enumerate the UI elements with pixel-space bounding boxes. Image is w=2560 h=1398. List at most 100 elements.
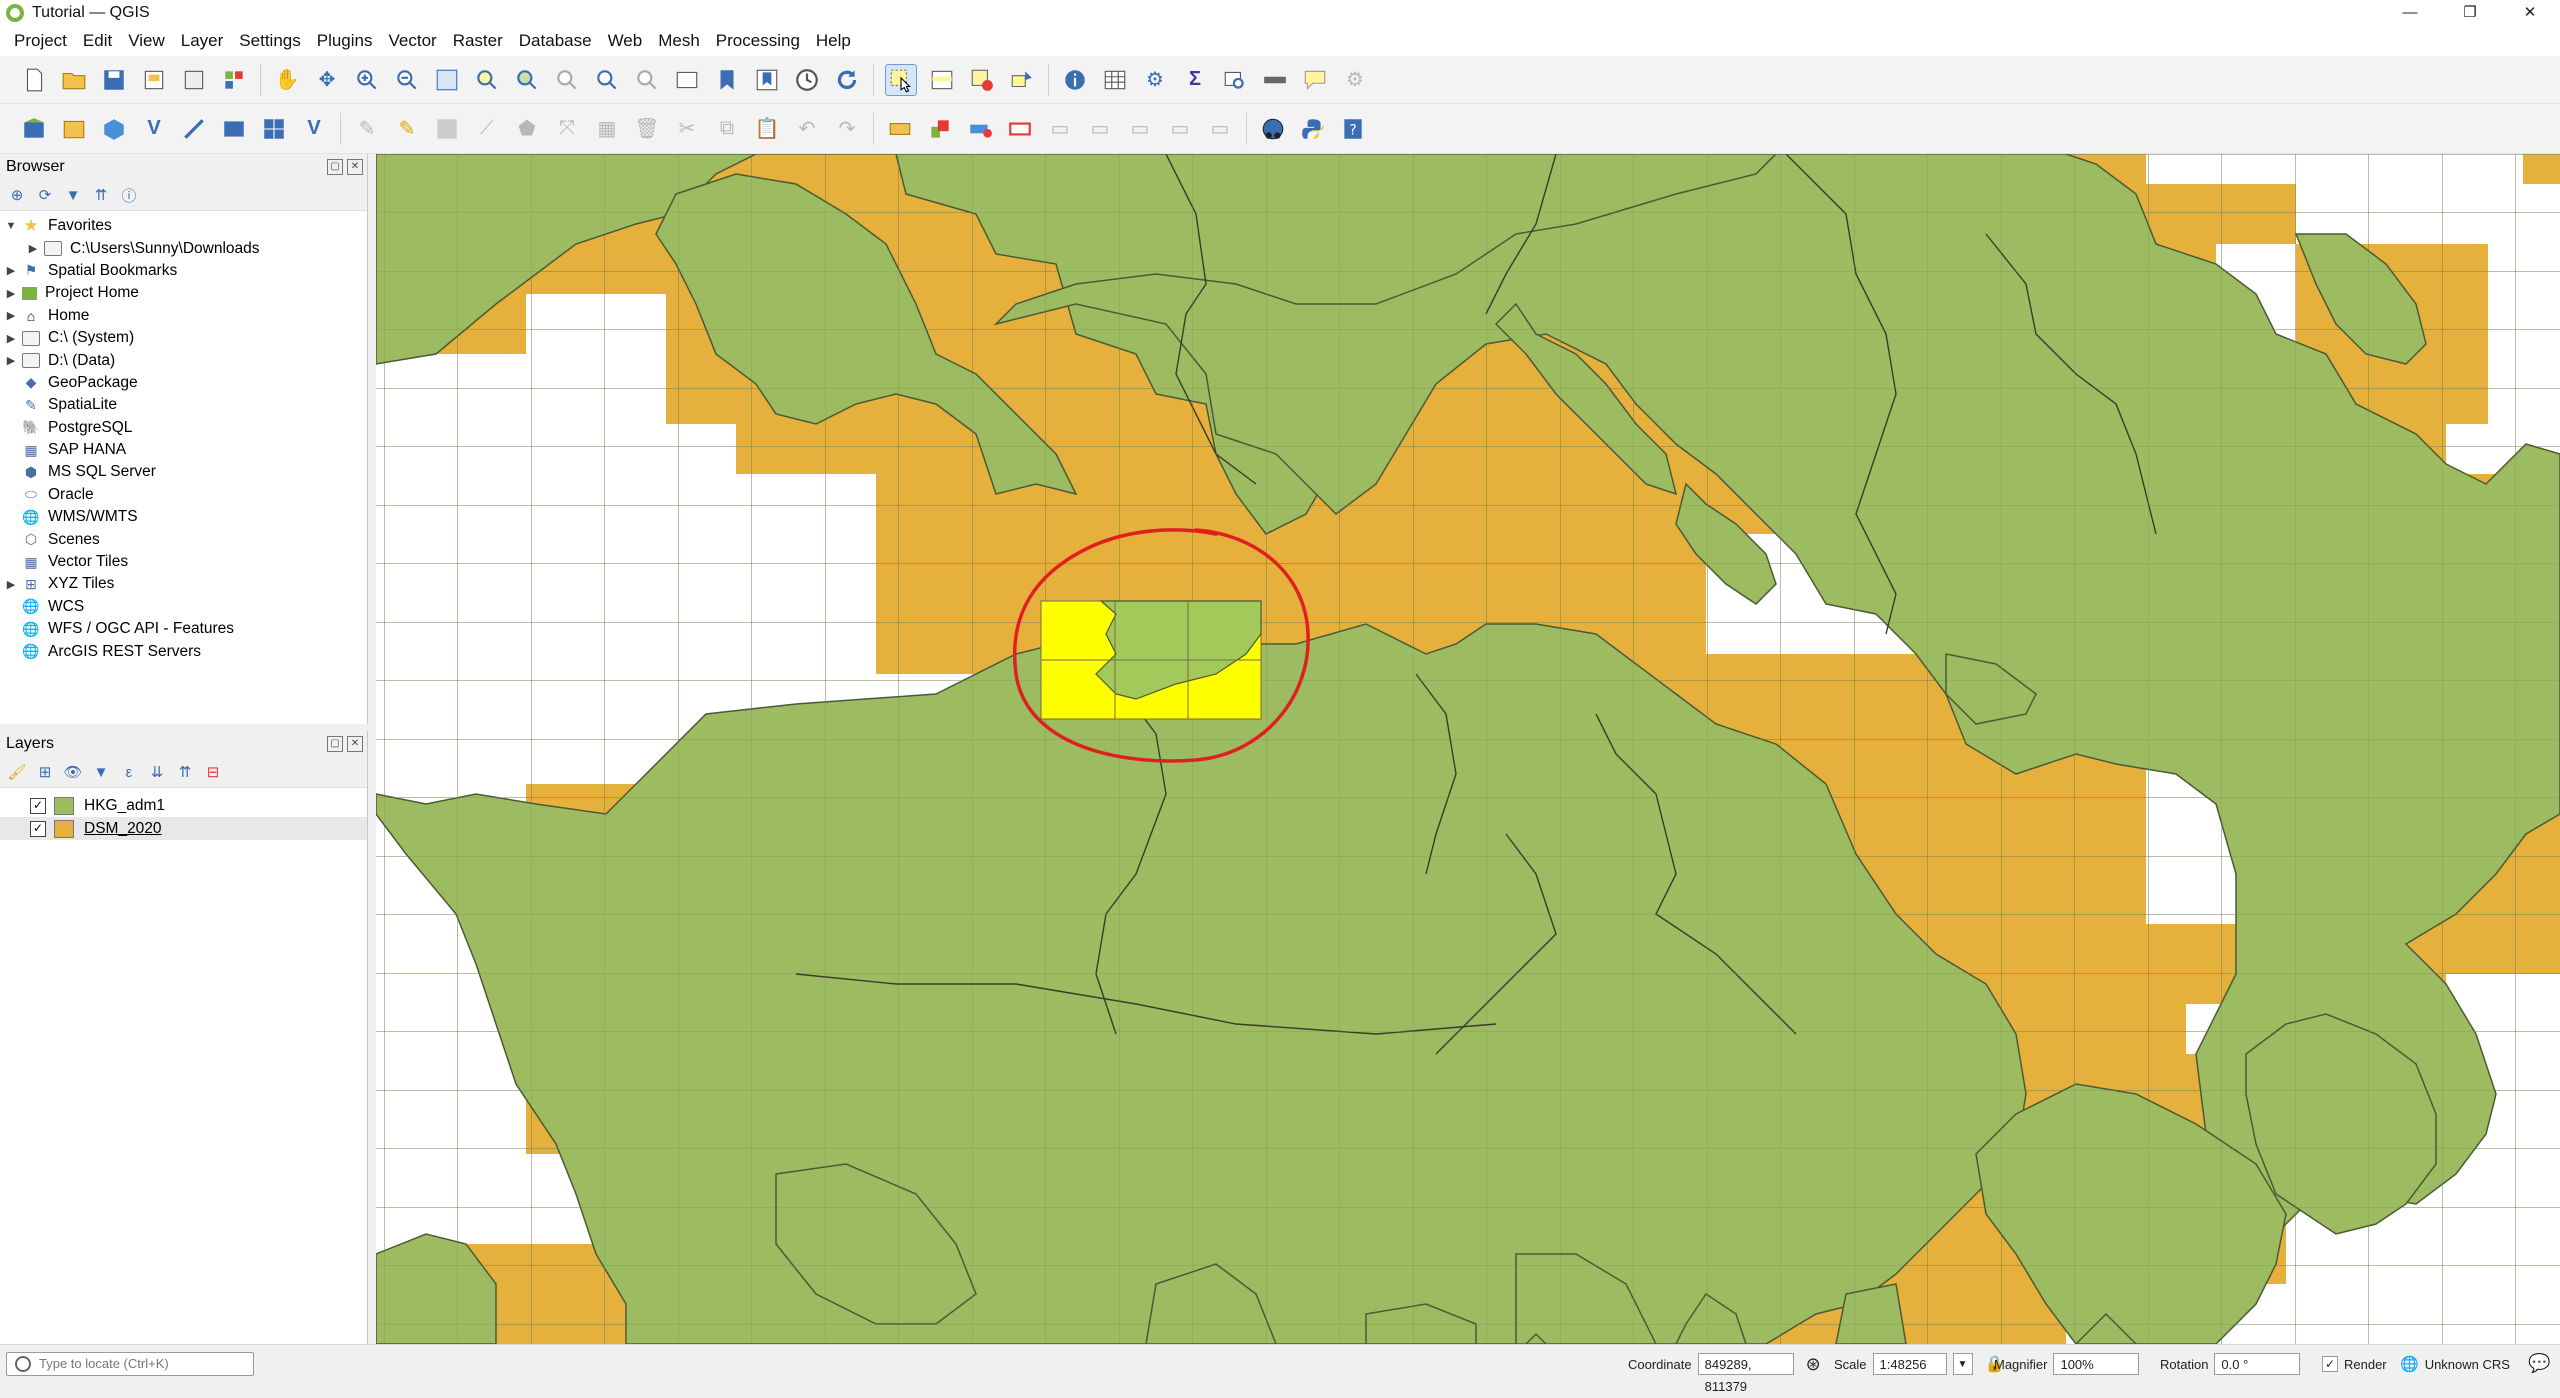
label-properties-icon[interactable]: ▭ — [1205, 114, 1235, 144]
menu-processing[interactable]: Processing — [708, 31, 808, 51]
close-button[interactable]: ✕ — [2500, 0, 2560, 26]
expand-arrow-icon[interactable]: ▶ — [22, 242, 44, 255]
select-by-value-icon[interactable] — [927, 65, 957, 95]
close-panel-icon[interactable]: ✕ — [347, 736, 363, 752]
select-features-icon[interactable] — [885, 63, 917, 96]
paste-features-icon[interactable]: 📋 — [752, 114, 782, 144]
browser-item-c-drive[interactable]: ▶ C:\ (System) — [0, 327, 367, 349]
style-manager-icon[interactable] — [219, 65, 249, 95]
expand-arrow-icon[interactable]: ▶ — [0, 332, 22, 345]
info-icon[interactable]: ⓘ — [120, 186, 138, 205]
zoom-last-icon[interactable] — [592, 65, 622, 95]
pan-to-selection-icon[interactable]: ✥ — [312, 65, 342, 95]
remove-layer-icon[interactable]: ⊟ — [204, 763, 222, 781]
expand-arrow-icon[interactable]: ▶ — [0, 309, 22, 322]
menu-web[interactable]: Web — [600, 31, 651, 51]
zoom-to-selection-icon[interactable] — [472, 65, 502, 95]
browser-item-postgresql[interactable]: 🐘 PostgreSQL — [0, 417, 367, 439]
browser-item-scenes[interactable]: ⬡ Scenes — [0, 528, 367, 550]
show-hide-labels-icon[interactable]: ▭ — [1165, 114, 1195, 144]
expand-arrow-icon[interactable]: ▶ — [0, 578, 22, 591]
browser-item-mssql[interactable]: ⬢ MS SQL Server — [0, 461, 367, 483]
save-edits-icon[interactable] — [432, 114, 462, 144]
statistics-icon[interactable]: Σ — [1180, 65, 1210, 95]
menu-database[interactable]: Database — [511, 31, 600, 51]
menu-edit[interactable]: Edit — [75, 31, 120, 51]
modify-attributes-icon[interactable]: ▦ — [592, 114, 622, 144]
measure-line-icon[interactable] — [1260, 65, 1290, 95]
rotation-field[interactable]: 0.0 ° — [2214, 1353, 2301, 1375]
browser-item-vector-tiles[interactable]: ▦ Vector Tiles — [0, 551, 367, 573]
browser-item-project-home[interactable]: ▶ Project Home — [0, 282, 367, 304]
zoom-native-icon[interactable] — [552, 65, 582, 95]
browser-item-sap-hana[interactable]: ▦ SAP HANA — [0, 439, 367, 461]
crs-group[interactable]: 🌐 Unknown CRS — [2400, 1352, 2510, 1376]
add-virtual-layer-icon[interactable] — [219, 114, 249, 144]
browser-item-spatialite[interactable]: ✎ SpatiaLite — [0, 394, 367, 416]
messages-icon[interactable]: 💬 — [2528, 1353, 2550, 1374]
filter-legend-icon[interactable]: ▼ — [92, 763, 110, 781]
menu-view[interactable]: View — [120, 31, 173, 51]
toolbox-icon[interactable]: ⚙ — [1140, 65, 1170, 95]
text-annotation-icon[interactable] — [1300, 65, 1330, 95]
undock-icon[interactable]: ▢ — [327, 736, 343, 752]
coordinate-field[interactable]: 849289, 811379 — [1697, 1353, 1794, 1394]
current-edits-icon[interactable]: ✎ — [352, 114, 382, 144]
zoom-next-icon[interactable] — [632, 65, 662, 95]
menu-mesh[interactable]: Mesh — [650, 31, 708, 51]
expand-arrow-icon[interactable]: ▶ — [0, 264, 22, 277]
new-print-layout-icon[interactable] — [139, 65, 169, 95]
browser-item-d-drive[interactable]: ▶ D:\ (Data) — [0, 349, 367, 371]
new-bookmark-icon[interactable] — [712, 65, 742, 95]
data-source-manager-icon[interactable] — [19, 114, 49, 144]
add-polygon-icon[interactable]: ⬟ — [512, 114, 542, 144]
change-label-icon[interactable]: ▭ — [1125, 114, 1155, 144]
locator-settings-icon[interactable]: ⚙ — [1340, 65, 1370, 95]
open-layer-styling-icon[interactable]: 🖌 — [7, 763, 26, 781]
add-vector-layer-icon[interactable]: V — [139, 114, 169, 144]
maximize-button[interactable]: ❐ — [2440, 0, 2500, 26]
close-panel-icon[interactable]: ✕ — [347, 159, 363, 175]
pan-map-icon[interactable]: ✋ — [272, 65, 302, 95]
filter-by-expression-icon[interactable]: ε — [120, 763, 138, 781]
layer-visibility-checkbox[interactable]: ✓ — [30, 797, 46, 814]
layer-row-hkg-adm1[interactable]: ✓ HKG_adm1 — [0, 794, 367, 817]
zoom-out-icon[interactable] — [392, 65, 422, 95]
new-map-view-icon[interactable] — [672, 65, 702, 95]
zoom-to-layer-icon[interactable] — [512, 65, 542, 95]
cut-features-icon[interactable]: ✂ — [672, 114, 702, 144]
browser-item-xyz-tiles[interactable]: ▶ ⊞ XYZ Tiles — [0, 573, 367, 595]
manage-map-themes-icon[interactable]: 👁 — [63, 763, 82, 781]
browser-item-wfs[interactable]: 🌐 WFS / OGC API - Features — [0, 618, 367, 640]
georeferencer-icon[interactable] — [1258, 114, 1288, 144]
browser-item-oracle[interactable]: ⬭ Oracle — [0, 484, 367, 506]
save-project-icon[interactable] — [99, 65, 129, 95]
undock-icon[interactable]: ▢ — [327, 159, 343, 175]
magnifier-field[interactable]: 100% — [2053, 1353, 2140, 1375]
temporal-controller-icon[interactable] — [792, 65, 822, 95]
browser-item-wms[interactable]: 🌐 WMS/WMTS — [0, 506, 367, 528]
identify-features-icon[interactable] — [1060, 65, 1090, 95]
toggle-editing-icon[interactable]: ✎ — [392, 114, 422, 144]
attribute-table-icon[interactable] — [1100, 65, 1130, 95]
menu-help[interactable]: Help — [808, 31, 859, 51]
menu-settings[interactable]: Settings — [231, 31, 308, 51]
menu-plugins[interactable]: Plugins — [309, 31, 381, 51]
add-delimited-text-icon[interactable] — [179, 114, 209, 144]
browser-item-wcs[interactable]: 🌐 WCS — [0, 596, 367, 618]
new-geopackage-layer-icon[interactable] — [59, 114, 89, 144]
rotate-label-icon[interactable]: ▭ — [1085, 114, 1115, 144]
label-tool-icon[interactable] — [885, 114, 915, 144]
expand-arrow-icon[interactable]: ▶ — [0, 354, 22, 367]
pin-labels-icon[interactable] — [965, 114, 995, 144]
map-canvas[interactable] — [376, 154, 2560, 1344]
redo-icon[interactable]: ↷ — [832, 114, 862, 144]
render-checkbox[interactable]: ✓ — [2322, 1356, 2338, 1372]
python-console-icon[interactable] — [1298, 114, 1328, 144]
show-bookmarks-icon[interactable] — [752, 65, 782, 95]
layer-symbol-swatch[interactable] — [54, 796, 74, 815]
browser-item-arcgis-rest[interactable]: 🌐 ArcGIS REST Servers — [0, 640, 367, 662]
layer-labeling-icon[interactable] — [925, 114, 955, 144]
layer-row-dsm-2020[interactable]: ✓ DSM_2020 — [0, 817, 367, 840]
copy-features-icon[interactable]: ⧉ — [712, 114, 742, 144]
